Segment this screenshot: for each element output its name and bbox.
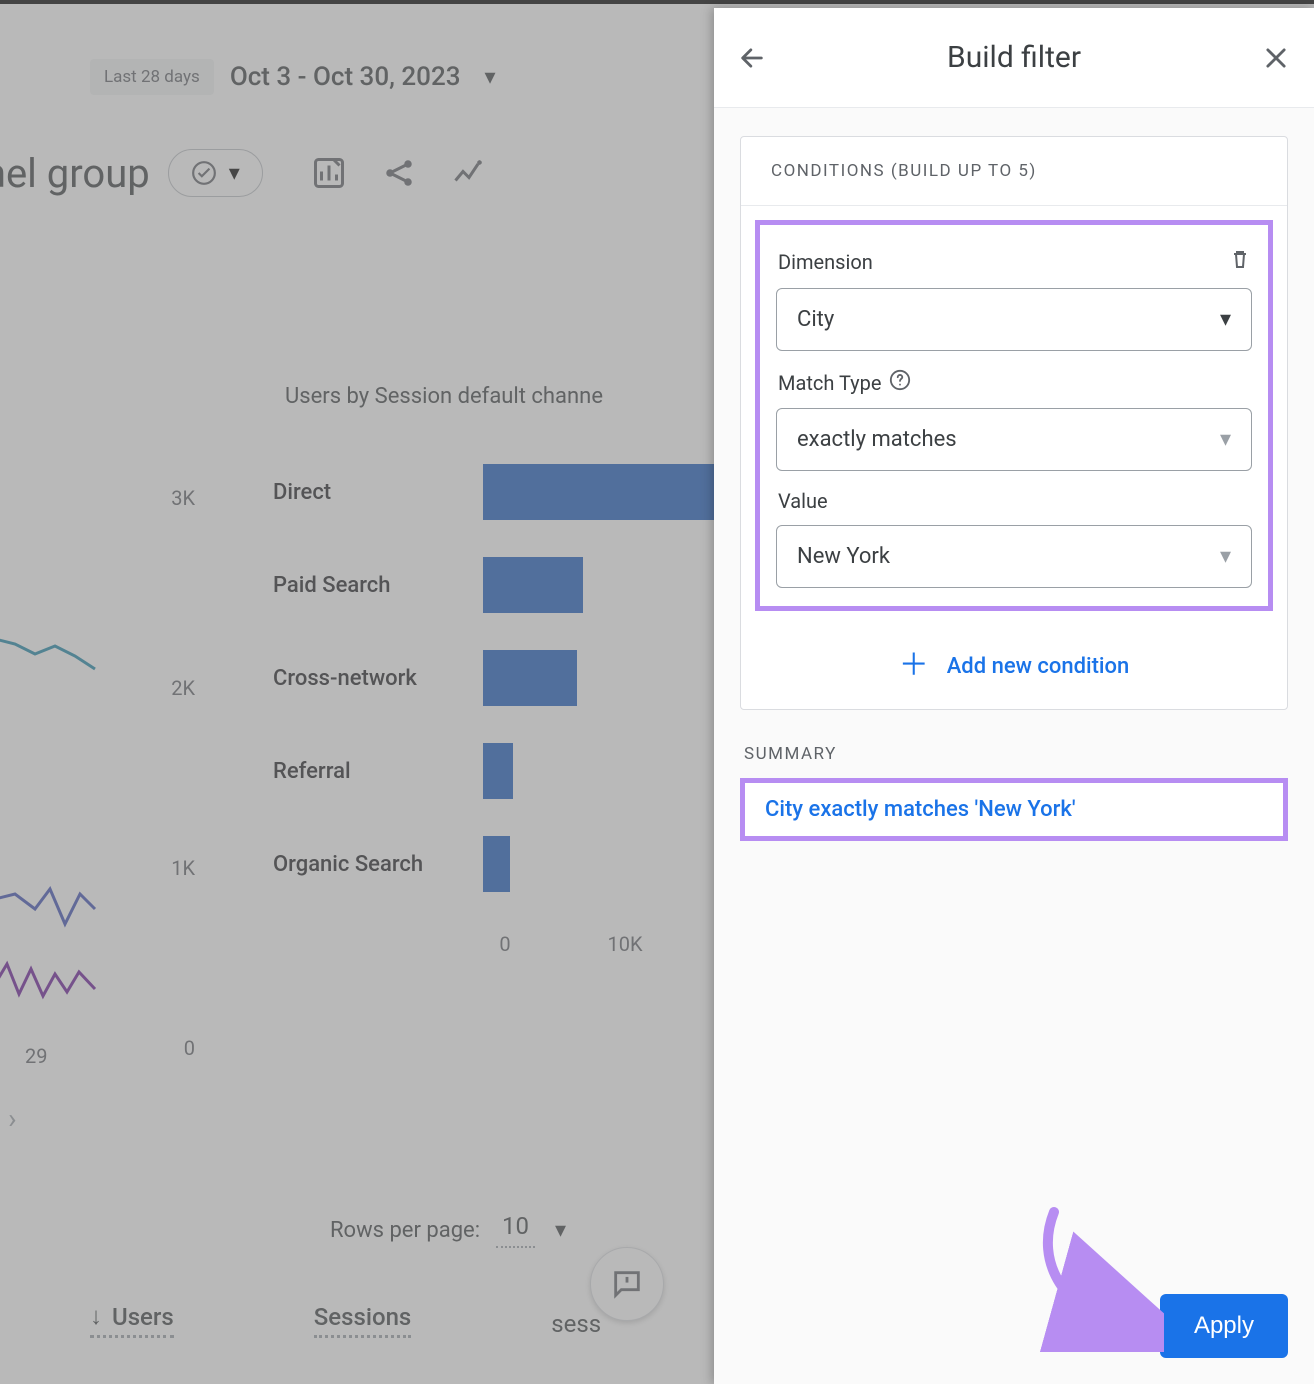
share-icon[interactable]	[381, 155, 417, 191]
help-icon[interactable]	[889, 369, 911, 396]
feedback-icon	[610, 1267, 644, 1301]
x-tick: 0	[480, 932, 530, 956]
y-tick: 2K	[171, 676, 195, 700]
trash-icon[interactable]	[1228, 247, 1252, 276]
bar-row: Direct	[273, 464, 733, 520]
value-label-row: Value	[778, 489, 1252, 513]
summary-text: City exactly matches 'New York'	[765, 797, 1076, 822]
value-value: New York	[797, 544, 890, 569]
partial-label: sess	[551, 1310, 601, 1338]
table-pager: ch ‹ ›	[0, 1102, 16, 1135]
dimension-select[interactable]: City ▾	[776, 288, 1252, 351]
dimension-label: Dimension	[778, 250, 873, 274]
build-filter-panel: Build filter CONDITIONS (BUILD UP TO 5) …	[714, 8, 1314, 1384]
panel-body: CONDITIONS (BUILD UP TO 5) Dimension Cit…	[714, 108, 1314, 1274]
bar-chart: Direct Paid Search Cross-network Referra…	[273, 464, 733, 929]
conditions-card: CONDITIONS (BUILD UP TO 5) Dimension Cit…	[740, 136, 1288, 710]
rows-per-page-label: Rows per page:	[330, 1218, 480, 1243]
bar-label: Direct	[273, 480, 473, 505]
check-circle-icon	[191, 160, 217, 186]
x-tick: 10K	[600, 932, 650, 956]
tab-label: Sessions	[314, 1303, 412, 1331]
pager-next-icon[interactable]: ›	[8, 1102, 16, 1135]
panel-footer: Apply	[714, 1274, 1314, 1384]
x-date-tick: 29	[25, 1044, 47, 1068]
bar-label: Cross-network	[273, 666, 473, 691]
tab-users[interactable]: ↓ Users	[90, 1302, 174, 1338]
arrow-down-icon: ↓	[90, 1302, 102, 1331]
caret-down-icon: ▾	[1220, 307, 1231, 332]
rows-per-page-value: 10	[496, 1212, 535, 1248]
date-range-text: Oct 3 - Oct 30, 2023	[230, 62, 461, 92]
date-range-picker[interactable]: Last 28 days Oct 3 - Oct 30, 2023 ▾	[90, 59, 496, 95]
feedback-button[interactable]	[590, 1247, 664, 1321]
dimension-label-row: Dimension	[778, 247, 1252, 276]
mini-line-chart	[0, 584, 105, 1084]
bar-row: Cross-network	[273, 650, 733, 706]
bar-fill	[483, 836, 510, 892]
conditions-header: CONDITIONS (BUILD UP TO 5)	[741, 137, 1287, 206]
caret-down-icon: ▾	[1220, 544, 1231, 569]
condition-block-highlight: Dimension City ▾ Match Type	[755, 220, 1273, 611]
match-type-select[interactable]: exactly matches ▾	[776, 408, 1252, 471]
bar-label: Referral	[273, 759, 473, 784]
tab-sessions[interactable]: Sessions	[314, 1303, 412, 1338]
partial-column: sess	[551, 1310, 601, 1338]
y-tick: 0	[184, 1036, 195, 1060]
bar-label: Paid Search	[273, 573, 473, 598]
caret-down-icon: ▾	[485, 65, 496, 90]
summary-label: SUMMARY	[744, 744, 1288, 764]
date-preset-pill: Last 28 days	[90, 59, 214, 95]
value-label: Value	[778, 489, 828, 513]
tab-label: Users	[112, 1303, 174, 1331]
bar-label: Organic Search	[273, 852, 473, 877]
status-chip[interactable]: ▾	[168, 149, 263, 197]
apply-button[interactable]: Apply	[1160, 1294, 1288, 1358]
match-type-value: exactly matches	[797, 427, 957, 452]
insights-icon[interactable]	[451, 155, 487, 191]
bar-fill	[483, 464, 733, 520]
dimension-value: City	[797, 307, 834, 332]
bar-fill	[483, 650, 577, 706]
add-condition-button[interactable]: ＋ Add new condition	[741, 625, 1287, 709]
summary-highlight: City exactly matches 'New York'	[740, 778, 1288, 841]
close-icon[interactable]	[1262, 44, 1290, 72]
back-icon[interactable]	[738, 44, 766, 72]
bar-row: Paid Search	[273, 557, 733, 613]
bar-row: Referral	[273, 743, 733, 799]
value-select[interactable]: New York ▾	[776, 525, 1252, 588]
bar-fill	[483, 743, 513, 799]
caret-down-icon: ▾	[555, 1218, 566, 1243]
customize-chart-icon[interactable]	[311, 155, 347, 191]
y-tick: 1K	[171, 856, 195, 880]
panel-header: Build filter	[714, 8, 1314, 108]
metric-tabs: ↓ Users Sessions sess	[90, 1302, 601, 1338]
bar-fill	[483, 557, 583, 613]
chevron-down-icon: ▾	[229, 161, 240, 186]
report-title-row: annel group ▾	[0, 149, 487, 197]
plus-icon: ＋	[899, 651, 929, 681]
add-condition-label: Add new condition	[947, 654, 1130, 679]
caret-down-icon: ▾	[1220, 427, 1231, 452]
chart-title: Users by Session default channe	[285, 384, 603, 409]
rows-per-page[interactable]: Rows per page: 10 ▾	[330, 1212, 566, 1248]
match-type-label-row: Match Type	[778, 369, 1252, 396]
match-type-label: Match Type	[778, 371, 881, 395]
panel-title: Build filter	[794, 40, 1234, 75]
page-title: annel group	[0, 150, 150, 197]
bar-row: Organic Search	[273, 836, 733, 892]
y-tick: 3K	[171, 486, 195, 510]
